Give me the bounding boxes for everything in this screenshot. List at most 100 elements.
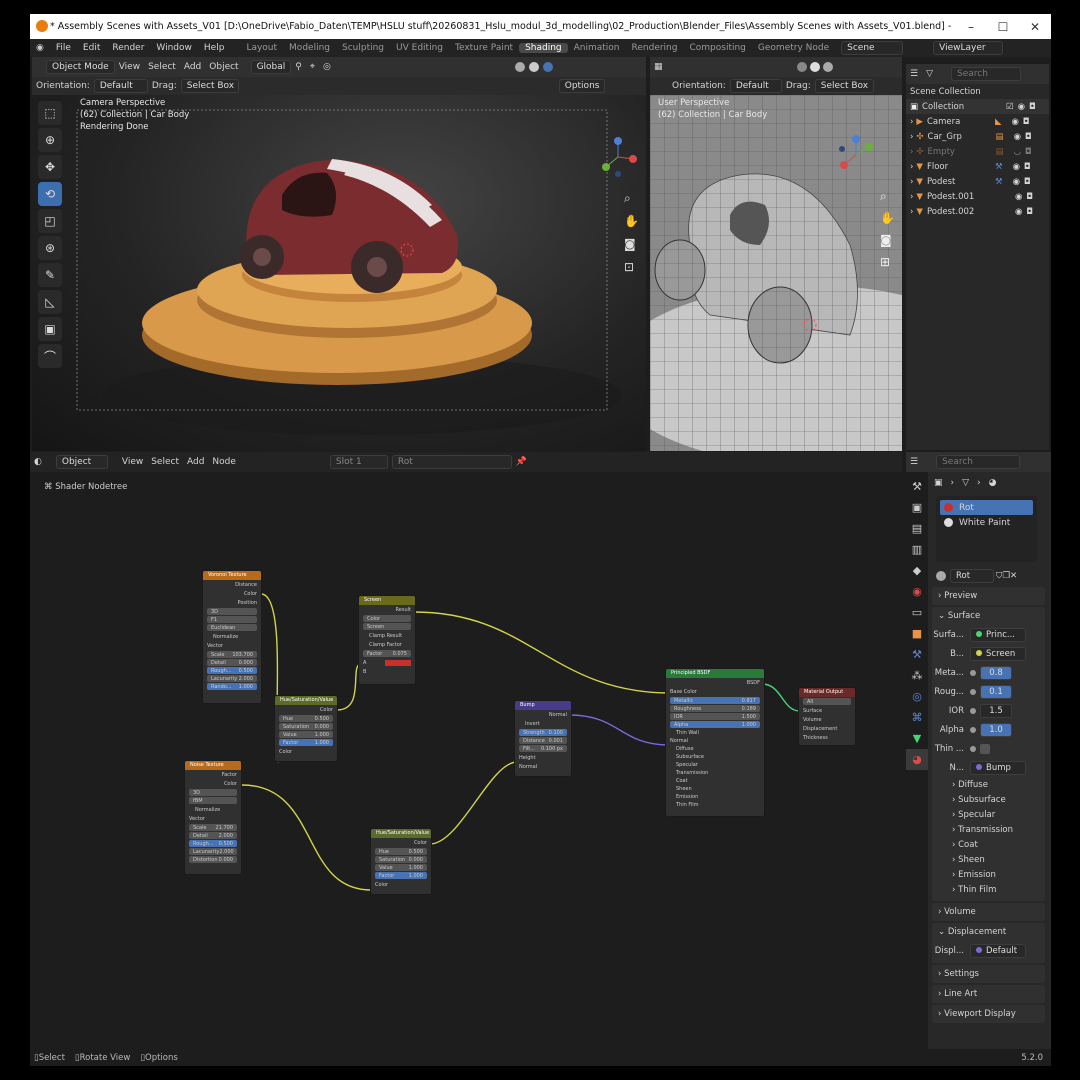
panel-specular[interactable]: Specular bbox=[666, 761, 764, 769]
camera-render-icon[interactable]: ◘ bbox=[1026, 192, 1033, 202]
menu-render[interactable]: Render bbox=[106, 43, 150, 53]
navigation-gizmo[interactable] bbox=[598, 137, 638, 177]
tab-shading[interactable]: Shading bbox=[519, 43, 568, 53]
material-browse-icon[interactable] bbox=[936, 570, 946, 581]
subpanel-thin-film[interactable]: › Thin Film bbox=[932, 882, 1045, 897]
move-tool-icon[interactable]: ✥ bbox=[38, 155, 62, 179]
panel-displacement[interactable]: ⌄ Displacement Displ... Default bbox=[932, 923, 1045, 963]
input-height[interactable]: Height bbox=[515, 753, 571, 762]
curve-tool-icon[interactable]: ⌒ bbox=[38, 344, 62, 368]
panel-line-art[interactable]: › Line Art bbox=[932, 985, 1045, 1003]
field-metallic[interactable]: Metallic 0.817 bbox=[670, 697, 760, 704]
viewport-shading-solid-icon[interactable] bbox=[514, 62, 525, 72]
subpanel-specular[interactable]: › Specular bbox=[932, 807, 1045, 822]
input-color[interactable]: Color bbox=[371, 880, 431, 889]
panel-viewport-display[interactable]: › Viewport Display bbox=[932, 1005, 1045, 1023]
field-ior[interactable]: IOR 1.500 bbox=[670, 713, 760, 720]
hsv-node-2[interactable]: Hue/Saturation/Value Color Hue 0.500 Satu… bbox=[370, 828, 432, 895]
outliner-type-icon[interactable]: ☰ bbox=[906, 69, 922, 79]
outliner-item-car-grp[interactable]: › ✣ Car_Grp ▤ ◉ ◘ bbox=[906, 129, 1049, 144]
input-displacement[interactable]: Displacement bbox=[799, 724, 855, 733]
expand-chevron-icon[interactable]: › bbox=[910, 132, 913, 142]
menu-help[interactable]: Help bbox=[198, 43, 231, 53]
field-factor[interactable]: Factor 0.075 bbox=[363, 650, 411, 657]
material-tab-icon[interactable]: ◕ bbox=[906, 749, 928, 770]
visibility-eye-icon[interactable]: ◡ bbox=[1014, 147, 1021, 157]
render-tab-icon[interactable]: ▣ bbox=[906, 497, 928, 518]
field-roughness[interactable]: Rough... 0.500 bbox=[207, 667, 257, 674]
editor-type-icon[interactable]: ▦ bbox=[650, 62, 667, 72]
add-menu[interactable]: Add bbox=[180, 62, 205, 72]
normal-field[interactable]: Bump bbox=[970, 760, 1026, 775]
output-position[interactable]: Position bbox=[203, 598, 261, 607]
grid-view-icon[interactable]: ⊞ bbox=[880, 251, 895, 273]
outliner-item-floor[interactable]: › ▼ Floor ⚒ ◉ ◘ bbox=[906, 159, 1049, 174]
minimize-button[interactable]: – bbox=[955, 20, 987, 34]
field-alpha[interactable]: Alpha 1.000 bbox=[670, 721, 760, 728]
pan-hand-icon-2[interactable]: ✋ bbox=[880, 207, 895, 229]
viewport-wireframe[interactable]: User Perspective (62) Collection | Car B… bbox=[650, 95, 902, 451]
add-cube-tool-icon[interactable]: ▣ bbox=[38, 317, 62, 341]
orientation-dropdown[interactable]: Default bbox=[93, 79, 148, 93]
tab-modeling[interactable]: Modeling bbox=[283, 43, 336, 53]
drag-dropdown[interactable]: Select Box bbox=[180, 79, 239, 93]
tool-tab-icon[interactable]: ⚒ bbox=[906, 476, 928, 497]
type-dropdown[interactable]: Color bbox=[363, 615, 411, 622]
thin-wall-checkbox[interactable]: Thin Wall bbox=[666, 729, 764, 737]
outliner-item-camera[interactable]: › ▶ Camera ◣ ◉ ◘ bbox=[906, 114, 1049, 129]
field-distance[interactable]: Distance 0.001 bbox=[519, 737, 567, 744]
field-detail[interactable]: Detail 0.000 bbox=[207, 659, 257, 666]
field-lacunarity[interactable]: Lacunarity 2.000 bbox=[189, 848, 237, 855]
field-randomness[interactable]: Rando... 1.000 bbox=[207, 683, 257, 690]
object-tab-icon[interactable]: ■ bbox=[906, 623, 928, 644]
visibility-eye-icon[interactable]: ◉ bbox=[1018, 102, 1025, 112]
clamp-result-checkbox[interactable]: Clamp Result bbox=[359, 631, 415, 640]
panel-diffuse[interactable]: Diffuse bbox=[666, 745, 764, 753]
outliner-item-podest-002[interactable]: › ▼ Podest.002 ◉ ◘ bbox=[906, 204, 1049, 219]
tab-texture-paint[interactable]: Texture Paint bbox=[449, 43, 519, 53]
outliner-search-input[interactable]: Search bbox=[951, 67, 1021, 81]
transform-orientation-dropdown[interactable]: Global bbox=[250, 60, 292, 74]
expand-chevron-icon[interactable]: › bbox=[910, 177, 913, 187]
target-dropdown[interactable]: All bbox=[803, 698, 851, 705]
field-strength[interactable]: Strength 0.100 bbox=[519, 729, 567, 736]
zoom-icon[interactable]: ⌕ bbox=[624, 187, 639, 210]
expand-chevron-icon[interactable]: › bbox=[910, 207, 913, 217]
panel-emission[interactable]: Emission bbox=[666, 793, 764, 801]
scene-tab-icon[interactable]: ◆ bbox=[906, 560, 928, 581]
clamp-factor-checkbox[interactable]: Clamp Factor bbox=[359, 640, 415, 649]
screen-mix-node[interactable]: Screen Result Color Screen Clamp Result … bbox=[358, 595, 416, 685]
panel-settings[interactable]: › Settings bbox=[932, 965, 1045, 983]
scene-selector[interactable]: Scene bbox=[841, 41, 904, 55]
field-scale[interactable]: Scale 21.700 bbox=[189, 824, 237, 831]
physics-tab-icon[interactable]: ◎ bbox=[906, 686, 928, 707]
scale-tool-icon[interactable]: ◰ bbox=[38, 209, 62, 233]
surface-shader-field[interactable]: Princ... bbox=[970, 627, 1026, 642]
field-saturation[interactable]: Saturation 0.000 bbox=[375, 856, 427, 863]
field-lacunarity[interactable]: Lacunarity 2.000 bbox=[207, 675, 257, 682]
panel-transmission[interactable]: Transmission bbox=[666, 769, 764, 777]
object-menu[interactable]: Object bbox=[205, 62, 242, 72]
visibility-eye-icon[interactable]: ◉ bbox=[1014, 132, 1021, 142]
field-filter-width[interactable]: Filt... 0.100 px bbox=[519, 745, 567, 752]
viewport-rendered[interactable]: Camera Perspective (62) Collection | Car… bbox=[32, 95, 646, 451]
drag-dropdown-2[interactable]: Select Box bbox=[814, 79, 875, 93]
dimension-dropdown[interactable]: 3D bbox=[207, 608, 257, 615]
proportional-icon[interactable]: ◎ bbox=[319, 62, 335, 72]
panel-thin-film[interactable]: Thin Film bbox=[666, 801, 764, 809]
material-slot-white-paint[interactable]: White Paint bbox=[940, 515, 1033, 530]
blender-menu-icon[interactable]: ◉ bbox=[30, 43, 50, 53]
camera-render-icon[interactable]: ◘ bbox=[1025, 147, 1032, 157]
unlink-icon[interactable]: ✕ bbox=[1010, 571, 1017, 581]
thin-wall-checkbox[interactable] bbox=[980, 743, 990, 754]
principled-bsdf-node[interactable]: Principled BSDF BSDF Base Color Metallic… bbox=[665, 668, 765, 817]
cursor-tool-icon[interactable]: ⊕ bbox=[38, 128, 62, 152]
material-output-node[interactable]: Material Output All Surface Volume Displ… bbox=[798, 687, 856, 746]
output-color[interactable]: Color bbox=[275, 705, 337, 714]
input-volume[interactable]: Volume bbox=[799, 715, 855, 724]
camera-render-icon[interactable]: ◘ bbox=[1024, 177, 1031, 187]
camera-render-icon[interactable]: ◘ bbox=[1024, 162, 1031, 172]
noise-texture-node[interactable]: Noise Texture Factor Color 3D fBM Normal… bbox=[184, 760, 242, 875]
properties-type-icon[interactable]: ☰ bbox=[906, 457, 922, 467]
annotate-tool-icon[interactable]: ✎ bbox=[38, 263, 62, 287]
